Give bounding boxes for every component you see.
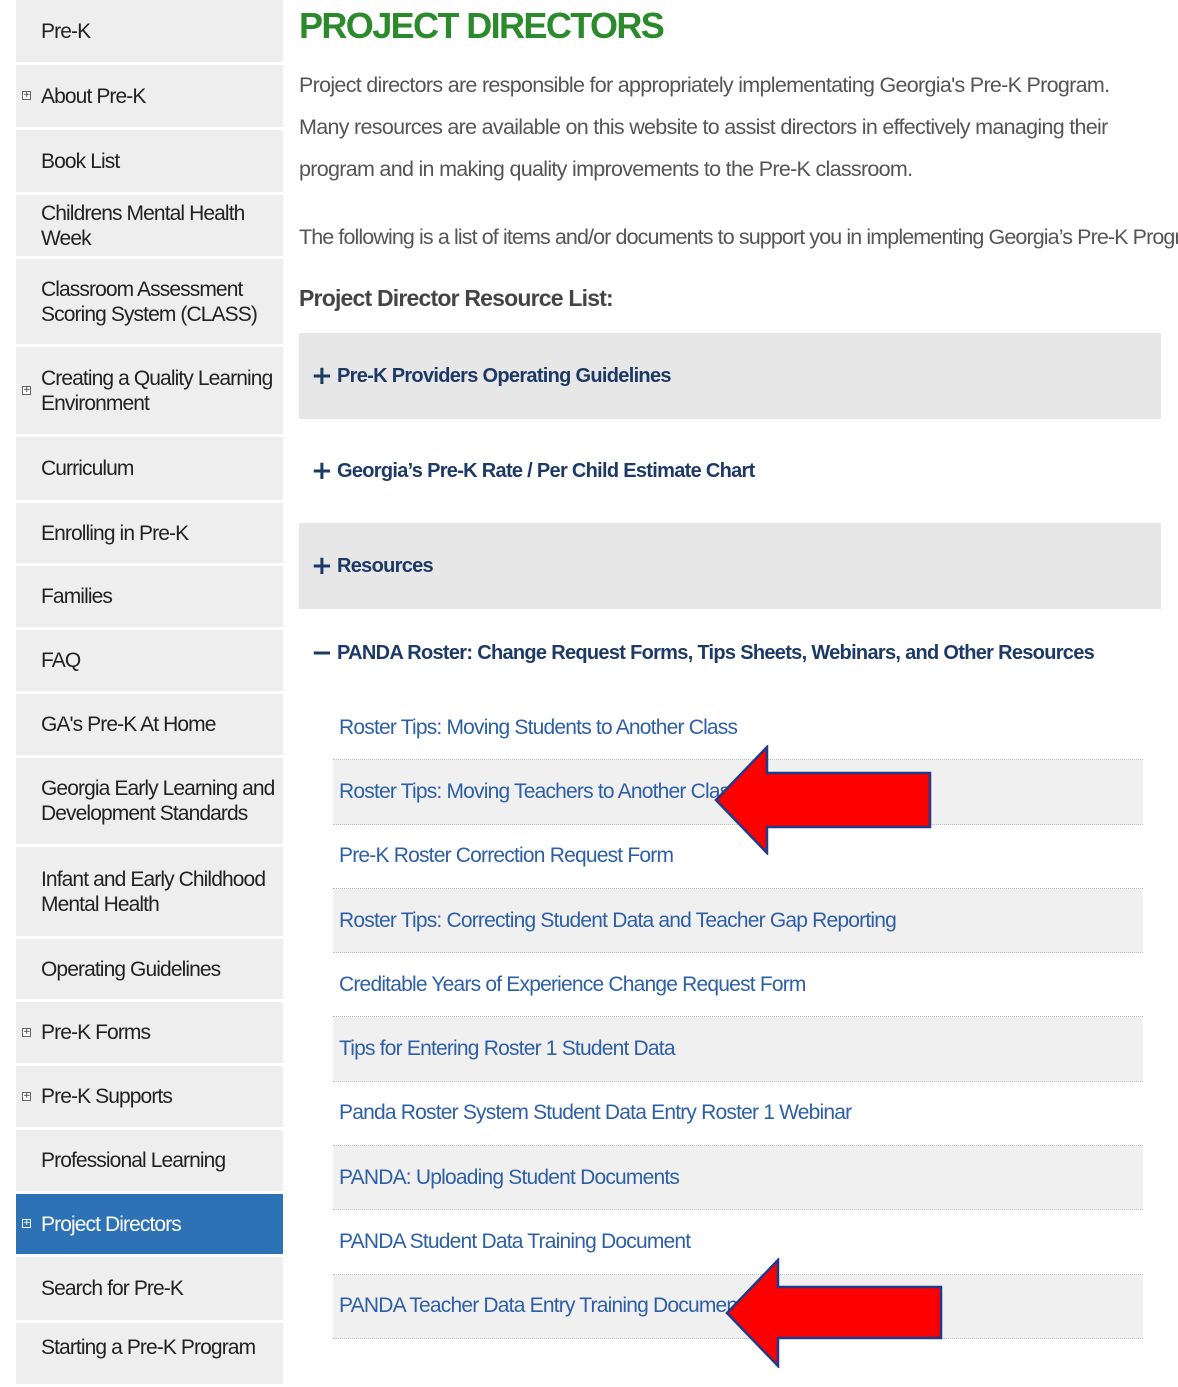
plus-icon: + <box>311 361 333 391</box>
resource-link[interactable]: PANDA Teacher Data Entry Training Docume… <box>339 1294 743 1318</box>
resource-link[interactable]: Roster Tips: Correcting Student Data and… <box>339 909 897 933</box>
expand-plus-icon[interactable]: + <box>22 91 31 100</box>
sidebar-item-label: Georgia Early Learning and Development S… <box>41 777 275 825</box>
intro-list-paragraph: The following is a list of items and/or … <box>299 225 1178 249</box>
accordion-header-panda-roster[interactable]: − PANDA Roster: Change Request Forms, Ti… <box>299 618 1161 688</box>
resource-link[interactable]: PANDA: Uploading Student Documents <box>339 1166 680 1190</box>
accordion-header-operating-guidelines[interactable]: + Pre-K Providers Operating Guidelines <box>299 333 1161 419</box>
sidebar-item-label: About Pre-K <box>41 84 146 108</box>
sidebar-item-label: Childrens Mental Health Week <box>41 201 245 250</box>
list-item: Panda Roster System Student Data Entry R… <box>333 1082 1143 1147</box>
sidebar-item-label: Creating a Quality Learning Environment <box>41 366 273 415</box>
resource-link[interactable]: Roster Tips: Moving Students to Another … <box>339 716 738 740</box>
sidebar-item-label: Operating Guidelines <box>41 957 221 981</box>
intro-paragraph: Project directors are responsible for ap… <box>299 73 1110 181</box>
sidebar-item-book-list[interactable]: Book List <box>16 130 283 195</box>
list-item: Creditable Years of Experience Change Re… <box>333 953 1143 1018</box>
sidebar-item-label: Classroom Assessment Scoring System (CLA… <box>41 277 258 326</box>
accordion-header-resources[interactable]: + Resources <box>299 523 1161 609</box>
sidebar-item-class[interactable]: Classroom Assessment Scoring System (CLA… <box>16 259 283 347</box>
minus-icon: − <box>311 638 333 668</box>
sidebar-item-infant-early-childhood-mental-health[interactable]: Infant and Early Childhood Mental Health <box>16 847 283 939</box>
sidebar-item-label: GA's Pre-K At Home <box>41 713 216 736</box>
sidebar-item-label: Starting a Pre-K Program <box>41 1336 256 1359</box>
sidebar-item-curriculum[interactable]: Curriculum <box>16 437 283 503</box>
expand-plus-icon[interactable]: + <box>22 1219 31 1228</box>
accordion-title: Resources <box>337 554 434 577</box>
resource-link[interactable]: PANDA Student Data Training Document <box>339 1230 691 1254</box>
list-item: PANDA: Uploading Student Documents <box>333 1146 1143 1211</box>
sidebar-item-label: Families <box>41 585 113 608</box>
sidebar-item-professional-learning[interactable]: Professional Learning <box>16 1130 283 1194</box>
sidebar-item-gas-pre-k-at-home[interactable]: GA's Pre-K At Home <box>16 694 283 758</box>
accordion-title: PANDA Roster: Change Request Forms, Tips… <box>337 641 1095 664</box>
sidebar-item-operating-guidelines[interactable]: Operating Guidelines <box>16 939 283 1002</box>
page-title: PROJECT DIRECTORS <box>299 5 665 46</box>
resource-link[interactable]: Panda Roster System Student Data Entry R… <box>339 1101 852 1125</box>
sidebar-item-gelds[interactable]: Georgia Early Learning and Development S… <box>16 758 283 847</box>
plus-icon: + <box>311 456 333 486</box>
sidebar-item-label: Search for Pre-K <box>41 1277 184 1300</box>
expand-plus-icon[interactable]: + <box>22 1027 31 1037</box>
sidebar-item-project-directors[interactable]: + Project Directors <box>16 1194 283 1257</box>
resource-link[interactable]: Tips for Entering Roster 1 Student Data <box>339 1037 676 1061</box>
sidebar-item-enrolling-in-pre-k[interactable]: Enrolling in Pre-K <box>16 503 283 566</box>
sidebar-item-label: Curriculum <box>41 457 134 480</box>
sidebar-item-label: Enrolling in Pre-K <box>41 521 189 545</box>
sidebar-item-childrens-mental-health-week[interactable]: Childrens Mental Health Week <box>16 195 283 259</box>
sidebar-item-pre-k-supports[interactable]: + Pre-K Supports <box>16 1066 283 1130</box>
accordion-title: Pre-K Providers Operating Guidelines <box>337 364 671 387</box>
sidebar-item-starting-pre-k-program[interactable]: Starting a Pre-K Program <box>16 1323 283 1387</box>
plus-icon: + <box>311 551 333 581</box>
sidebar-item-label: Project Directors <box>41 1212 182 1236</box>
list-item: Roster Tips: Correcting Student Data and… <box>333 888 1143 954</box>
resource-list-heading: Project Director Resource List: <box>299 285 614 311</box>
expand-plus-icon[interactable]: + <box>22 1091 31 1101</box>
sidebar-item-label: FAQ <box>41 649 81 672</box>
sidebar-item-families[interactable]: Families <box>16 566 283 630</box>
sidebar-nav: Pre-K + About Pre-K Book List Childrens … <box>16 0 283 1387</box>
sidebar-item-about-pre-k[interactable]: + About Pre-K <box>16 65 283 130</box>
resource-link[interactable]: Creditable Years of Experience Change Re… <box>339 973 806 997</box>
sidebar-item-label: Infant and Early Childhood Mental Health <box>41 867 266 916</box>
sidebar-item-label: Book List <box>41 149 120 173</box>
resource-link[interactable]: Pre-K Roster Correction Request Form <box>339 844 674 868</box>
sidebar-item-creating-quality-learning-environment[interactable]: + Creating a Quality Learning Environmen… <box>16 347 283 437</box>
sidebar-item-pre-k-forms[interactable]: + Pre-K Forms <box>16 1002 283 1066</box>
sidebar-item-label: Professional Learning <box>41 1149 226 1172</box>
accordion-header-rate-chart[interactable]: + Georgia’s Pre-K Rate / Per Child Estim… <box>299 428 1161 514</box>
sidebar-item-label: Pre-K <box>41 19 91 43</box>
sidebar-item-label: Pre-K Forms <box>41 1021 151 1044</box>
sidebar-item-search-for-pre-k[interactable]: Search for Pre-K <box>16 1257 283 1323</box>
sidebar-item-pre-k[interactable]: Pre-K <box>16 0 283 65</box>
red-arrow-left-icon <box>725 1258 945 1368</box>
resource-link[interactable]: Roster Tips: Moving Teachers to Another … <box>339 780 740 804</box>
accordion-title: Georgia’s Pre-K Rate / Per Child Estimat… <box>337 459 755 482</box>
sidebar-item-faq[interactable]: FAQ <box>16 630 283 694</box>
red-arrow-left-icon <box>714 745 934 855</box>
list-item: Tips for Entering Roster 1 Student Data <box>333 1017 1143 1082</box>
sidebar-item-label: Pre-K Supports <box>41 1085 173 1108</box>
expand-plus-icon[interactable]: + <box>22 385 31 395</box>
